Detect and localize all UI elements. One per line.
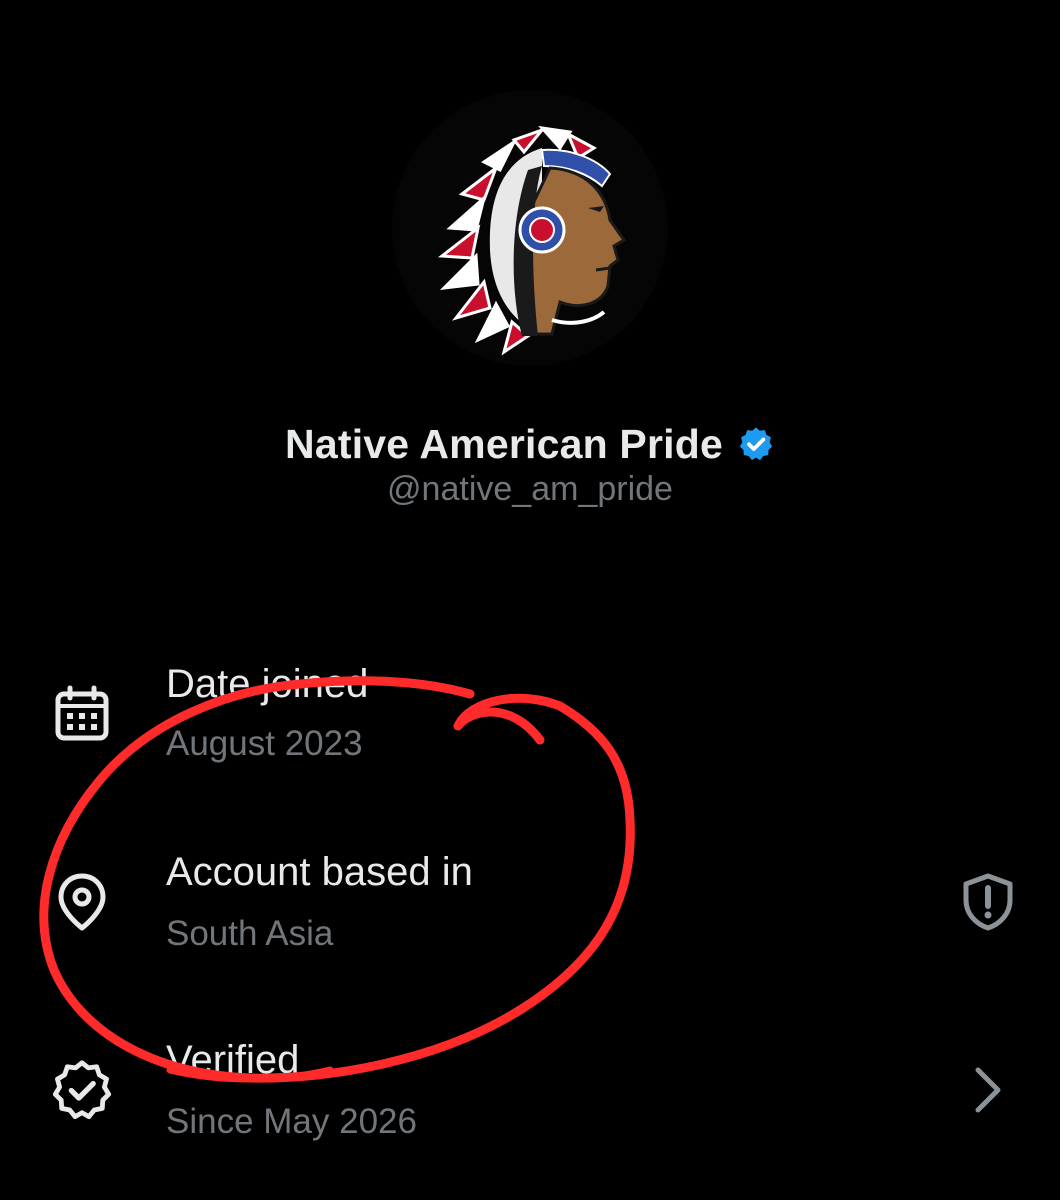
account-based-in-row: Account based in South Asia (0, 840, 1060, 990)
date-joined-value: August 2023 (166, 724, 363, 763)
date-joined-row: Date joined August 2023 (0, 650, 1060, 800)
profile-name-row: Native American Pride (0, 416, 1060, 472)
profile-handle: @native_am_pride (387, 470, 673, 508)
profile-display-name: Native American Pride (285, 420, 723, 467)
verified-label: Verified (166, 1038, 300, 1082)
chevron-right-icon[interactable] (956, 1058, 1020, 1122)
profile-avatar[interactable] (392, 90, 668, 366)
calendar-icon (50, 682, 114, 746)
date-joined-label: Date joined (166, 662, 369, 706)
verified-row[interactable]: Verified Since May 2026 (0, 1030, 1060, 1180)
account-based-in-value: South Asia (166, 914, 334, 953)
account-based-in-label: Account based in (166, 850, 473, 894)
verified-value: Since May 2026 (166, 1102, 417, 1141)
verified-check-icon (50, 1058, 114, 1122)
verified-badge-icon[interactable] (737, 425, 775, 463)
native-chief-headdress-logo (437, 125, 627, 356)
shield-alert-icon[interactable] (956, 870, 1020, 934)
location-pin-icon (50, 870, 114, 934)
